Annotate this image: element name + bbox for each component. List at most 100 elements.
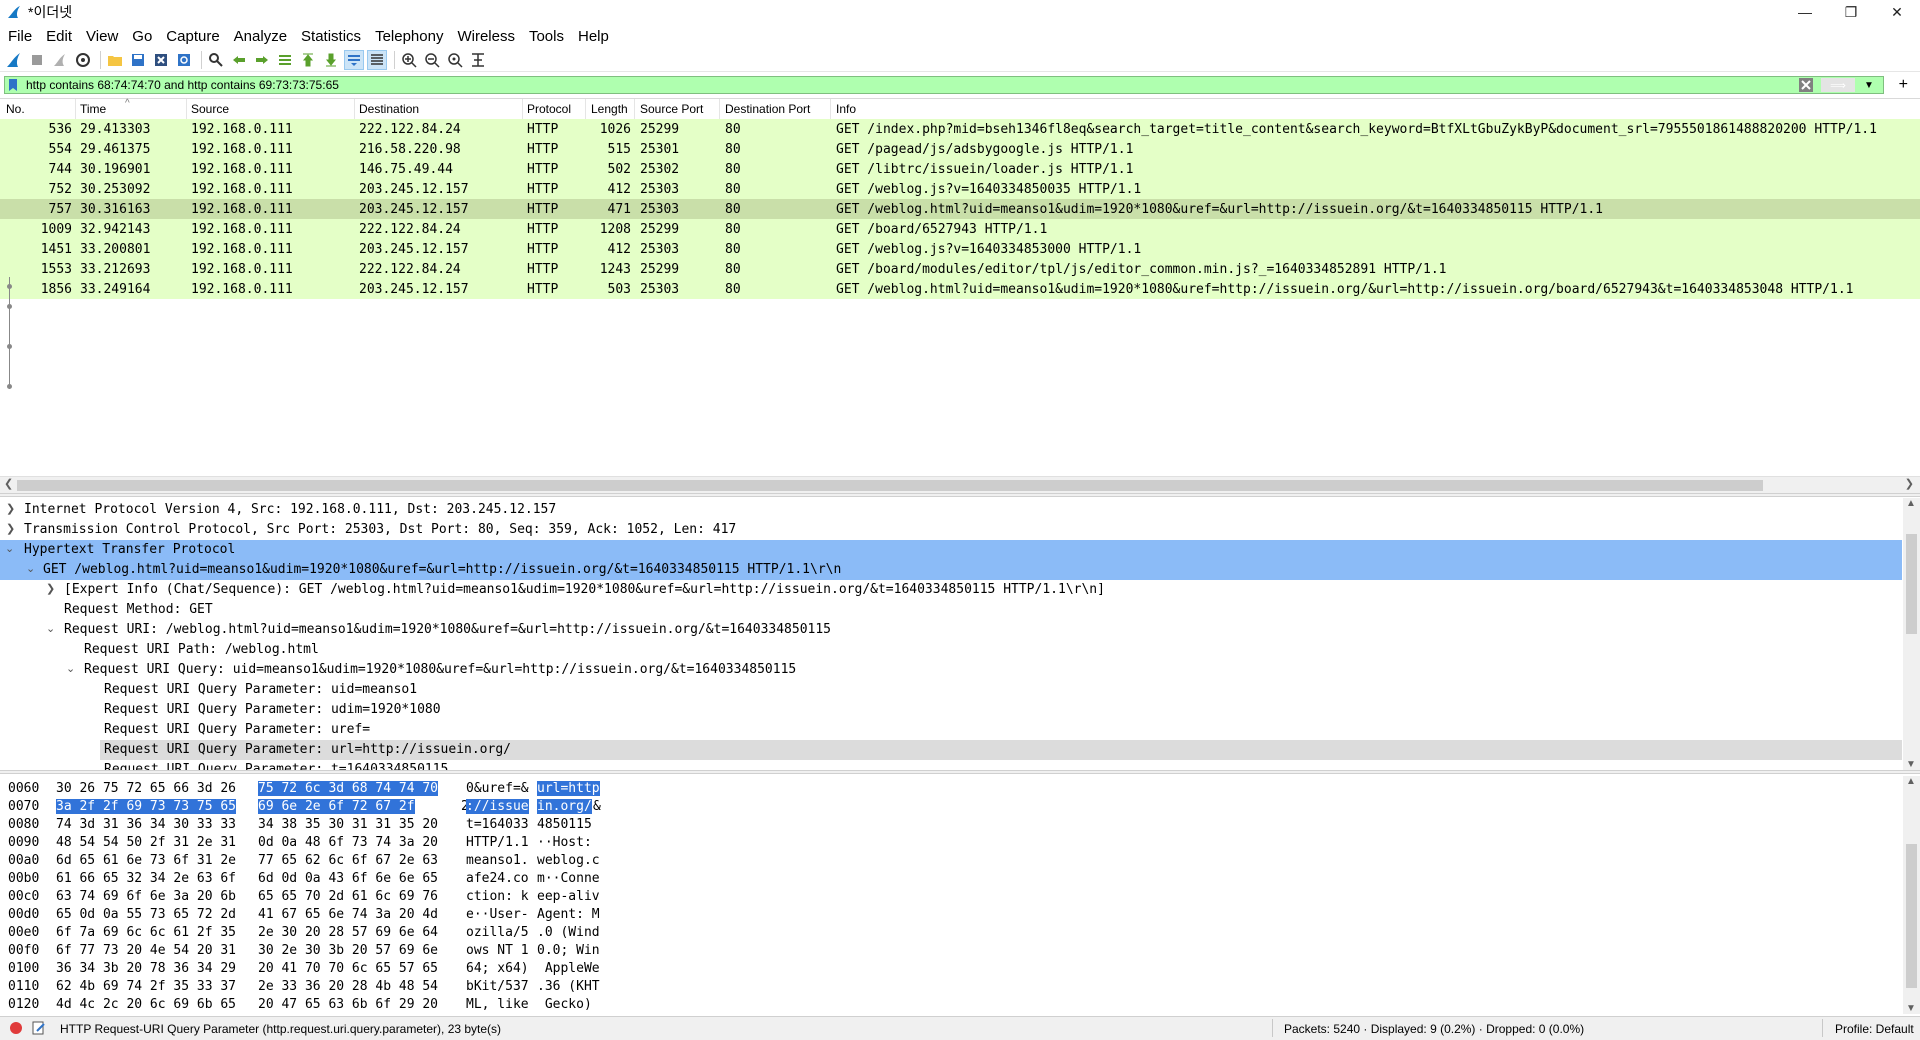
hex-row[interactable]: 0060 30 26 75 72 65 66 3d 26 75 72 6c 3d 6… — [0, 780, 900, 798]
menu-statistics[interactable]: Statistics — [295, 28, 367, 45]
clear-filter-icon[interactable] — [1799, 78, 1813, 92]
start-capture-button[interactable] — [4, 50, 24, 70]
restart-capture-button[interactable] — [50, 50, 70, 70]
apply-filter-button[interactable]: ⟹ — [1821, 78, 1855, 92]
scroll-left-icon[interactable]: ❮ — [4, 477, 13, 490]
packet-row[interactable]: 554 29.461375 192.168.0.111 216.58.220.98 HT… — [0, 139, 1920, 159]
stop-capture-button[interactable] — [27, 50, 47, 70]
capture-options-button[interactable] — [73, 50, 93, 70]
detail-tcp[interactable]: ❯ Transmission Control Protocol, Src Por… — [0, 520, 1902, 540]
scroll-down-icon[interactable]: ▼ — [1906, 1003, 1916, 1014]
bytes-vscrollbar[interactable]: ▲ ▼ — [1903, 776, 1920, 1014]
detail-request-uri-path[interactable]: Request URI Path: /weblog.html — [0, 640, 1902, 660]
go-first-button[interactable] — [298, 50, 318, 70]
capture-comment-icon[interactable] — [32, 1021, 46, 1035]
minimize-button[interactable]: — — [1782, 0, 1828, 24]
packet-row[interactable]: 752 30.253092 192.168.0.111 203.245.12.157 H… — [0, 179, 1920, 199]
close-file-button[interactable] — [151, 50, 171, 70]
collapse-icon[interactable]: ⌄ — [5, 542, 17, 555]
resize-columns-button[interactable] — [468, 50, 488, 70]
detail-request-uri-query[interactable]: ⌄ Request URI Query: uid=meanso1&udim=19… — [0, 660, 1902, 680]
detail-query-param-url[interactable]: Request URI Query Parameter: url=http://… — [100, 740, 1902, 760]
hex-row[interactable]: 0080 74 3d 31 36 34 30 33 33 34 38 35 30 3… — [0, 816, 900, 834]
col-source-port[interactable]: Source Port — [640, 102, 703, 116]
close-button[interactable]: ✕ — [1874, 0, 1920, 24]
col-destination[interactable]: Destination — [359, 102, 419, 116]
scroll-up-icon[interactable]: ▲ — [1906, 498, 1916, 509]
hex-row[interactable]: 0100 36 34 3b 20 78 36 34 29 20 41 70 70 6… — [0, 960, 900, 978]
detail-query-param-udim[interactable]: Request URI Query Parameter: udim=1920*1… — [0, 700, 1902, 720]
menu-analyze[interactable]: Analyze — [228, 28, 293, 45]
pane-splitter[interactable] — [0, 493, 1920, 497]
hex-row[interactable]: 0090 48 54 54 50 2f 31 2e 31 0d 0a 48 6f 7… — [0, 834, 900, 852]
menu-file[interactable]: File — [2, 28, 38, 45]
hex-row[interactable]: 00a0 6d 65 61 6e 73 6f 31 2e 77 65 62 6c 6… — [0, 852, 900, 870]
go-forward-button[interactable] — [252, 50, 272, 70]
scroll-thumb[interactable] — [1906, 844, 1917, 988]
detail-query-param-uref[interactable]: Request URI Query Parameter: uref= — [0, 720, 1902, 740]
colorize-button[interactable] — [367, 49, 387, 70]
open-file-button[interactable] — [105, 50, 125, 70]
add-filter-button[interactable]: + — [1899, 76, 1908, 94]
menu-view[interactable]: View — [80, 28, 124, 45]
packet-row[interactable]: 1553 33.212693 192.168.0.111 222.122.84.24 H… — [0, 259, 1920, 279]
zoom-reset-button[interactable] — [445, 50, 465, 70]
hex-row[interactable]: 00e0 6f 7a 69 6c 6c 61 2f 35 2e 30 20 28 5… — [0, 924, 900, 942]
expand-icon[interactable]: ❯ — [6, 502, 18, 515]
packet-row[interactable]: 1451 33.200801 192.168.0.111 203.245.12.157… — [0, 239, 1920, 259]
maximize-button[interactable]: ❐ — [1828, 0, 1874, 24]
autoscroll-button[interactable] — [344, 49, 364, 70]
menu-go[interactable]: Go — [126, 28, 158, 45]
detail-http-request-line[interactable]: ⌄ GET /weblog.html?uid=meanso1&udim=1920… — [0, 560, 1902, 580]
col-source[interactable]: Source — [191, 102, 229, 116]
menu-help[interactable]: Help — [572, 28, 615, 45]
col-length[interactable]: Length — [591, 102, 628, 116]
collapse-icon[interactable]: ⌄ — [66, 662, 78, 675]
hex-row[interactable]: 00b0 61 66 65 32 34 2e 63 6f 6d 0d 0a 43 6… — [0, 870, 900, 888]
menu-telephony[interactable]: Telephony — [369, 28, 449, 45]
packet-row[interactable]: 536 29.413303 192.168.0.111 222.122.84.24 HT… — [0, 119, 1920, 139]
scroll-thumb[interactable] — [1906, 534, 1917, 634]
zoom-out-button[interactable] — [422, 50, 442, 70]
menu-tools[interactable]: Tools — [523, 28, 570, 45]
pane-splitter[interactable] — [0, 770, 1920, 774]
scroll-thumb[interactable] — [17, 480, 1763, 491]
col-time[interactable]: Time — [80, 102, 106, 116]
expand-icon[interactable]: ❯ — [6, 522, 18, 535]
menu-capture[interactable]: Capture — [160, 28, 225, 45]
hex-row[interactable]: 0110 62 4b 69 74 2f 35 33 37 2e 33 36 20 2… — [0, 978, 900, 996]
detail-query-param-t[interactable]: Request URI Query Parameter: t=164033485… — [0, 760, 1902, 770]
find-packet-button[interactable] — [206, 50, 226, 70]
status-profile[interactable]: Profile: Default — [1835, 1022, 1914, 1036]
hex-row[interactable]: 0120 4d 4c 2c 20 6c 69 6b 65 20 47 65 63 6… — [0, 996, 900, 1014]
details-vscrollbar[interactable]: ▲ ▼ — [1903, 498, 1920, 770]
packet-row[interactable]: 1856 33.249164 192.168.0.111 203.245.12.157… — [0, 279, 1920, 299]
col-info[interactable]: Info — [836, 102, 856, 116]
col-protocol[interactable]: Protocol — [527, 102, 571, 116]
go-to-packet-button[interactable] — [275, 50, 295, 70]
detail-http[interactable]: ⌄ Hypertext Transfer Protocol — [0, 540, 1902, 560]
hex-row[interactable]: 0070 3a 2f 2f 69 73 73 75 65 69 6e 2e 6f 7… — [0, 798, 900, 816]
detail-expert-info[interactable]: ❯ [Expert Info (Chat/Sequence): GET /web… — [0, 580, 1902, 600]
scroll-down-icon[interactable]: ▼ — [1906, 759, 1916, 770]
collapse-icon[interactable]: ⌄ — [26, 562, 38, 575]
detail-request-uri[interactable]: ⌄ Request URI: /weblog.html?uid=meanso1&… — [0, 620, 1902, 640]
zoom-in-button[interactable] — [399, 50, 419, 70]
col-destination-port[interactable]: Destination Port — [725, 102, 810, 116]
menu-edit[interactable]: Edit — [40, 28, 78, 45]
go-back-button[interactable] — [229, 50, 249, 70]
scroll-up-icon[interactable]: ▲ — [1906, 776, 1916, 787]
packet-list-hscrollbar[interactable]: ❮ ❯ — [0, 476, 1920, 493]
packet-row[interactable]: 744 30.196901 192.168.0.111 146.75.49.44 HTT… — [0, 159, 1920, 179]
scroll-right-icon[interactable]: ❯ — [1905, 477, 1914, 490]
hex-row[interactable]: 00d0 65 0d 0a 55 73 65 72 2d 41 67 65 6e 7… — [0, 906, 900, 924]
display-filter-input[interactable]: http contains 68:74:74:70 and http conta… — [4, 76, 1884, 94]
packet-row[interactable]: 1009 32.942143 192.168.0.111 222.122.84.24 H… — [0, 219, 1920, 239]
save-file-button[interactable] — [128, 50, 148, 70]
reload-file-button[interactable] — [174, 50, 194, 70]
expert-info-indicator-icon[interactable] — [10, 1022, 22, 1034]
hex-row[interactable]: 00c0 63 74 69 6f 6e 3a 20 6b 65 65 70 2d 6… — [0, 888, 900, 906]
detail-request-method[interactable]: Request Method: GET — [0, 600, 1902, 620]
bookmark-icon[interactable] — [8, 79, 18, 91]
menu-wireless[interactable]: Wireless — [451, 28, 521, 45]
